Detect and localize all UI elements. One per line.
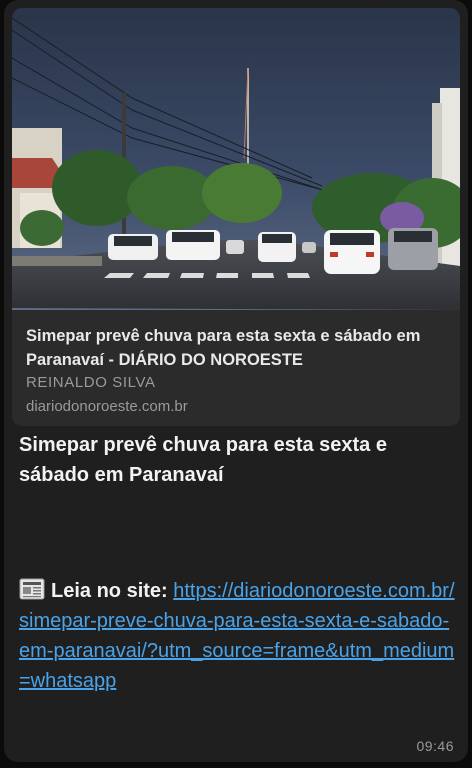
preview-domain: diariodonoroeste.com.br	[26, 398, 188, 415]
message-body: Leia no site: https://diariodonoroeste.c…	[19, 576, 459, 696]
preview-image	[12, 8, 460, 310]
preview-author: REINALDO SILVA	[26, 374, 156, 391]
message-bubble: Simepar prevê chuva para esta sexta e sá…	[4, 0, 468, 762]
message-time: 09:46	[416, 738, 454, 754]
lead-separator: :	[161, 580, 174, 602]
message-title: Simepar prevê chuva para esta sexta e sá…	[19, 434, 387, 486]
lead-label: Leia no site	[51, 580, 162, 602]
preview-title[interactable]: Simepar prevê chuva para esta sexta e sá…	[26, 324, 446, 372]
link-preview-card[interactable]: Simepar prevê chuva para esta sexta e sá…	[12, 8, 460, 426]
newspaper-icon	[19, 578, 45, 600]
